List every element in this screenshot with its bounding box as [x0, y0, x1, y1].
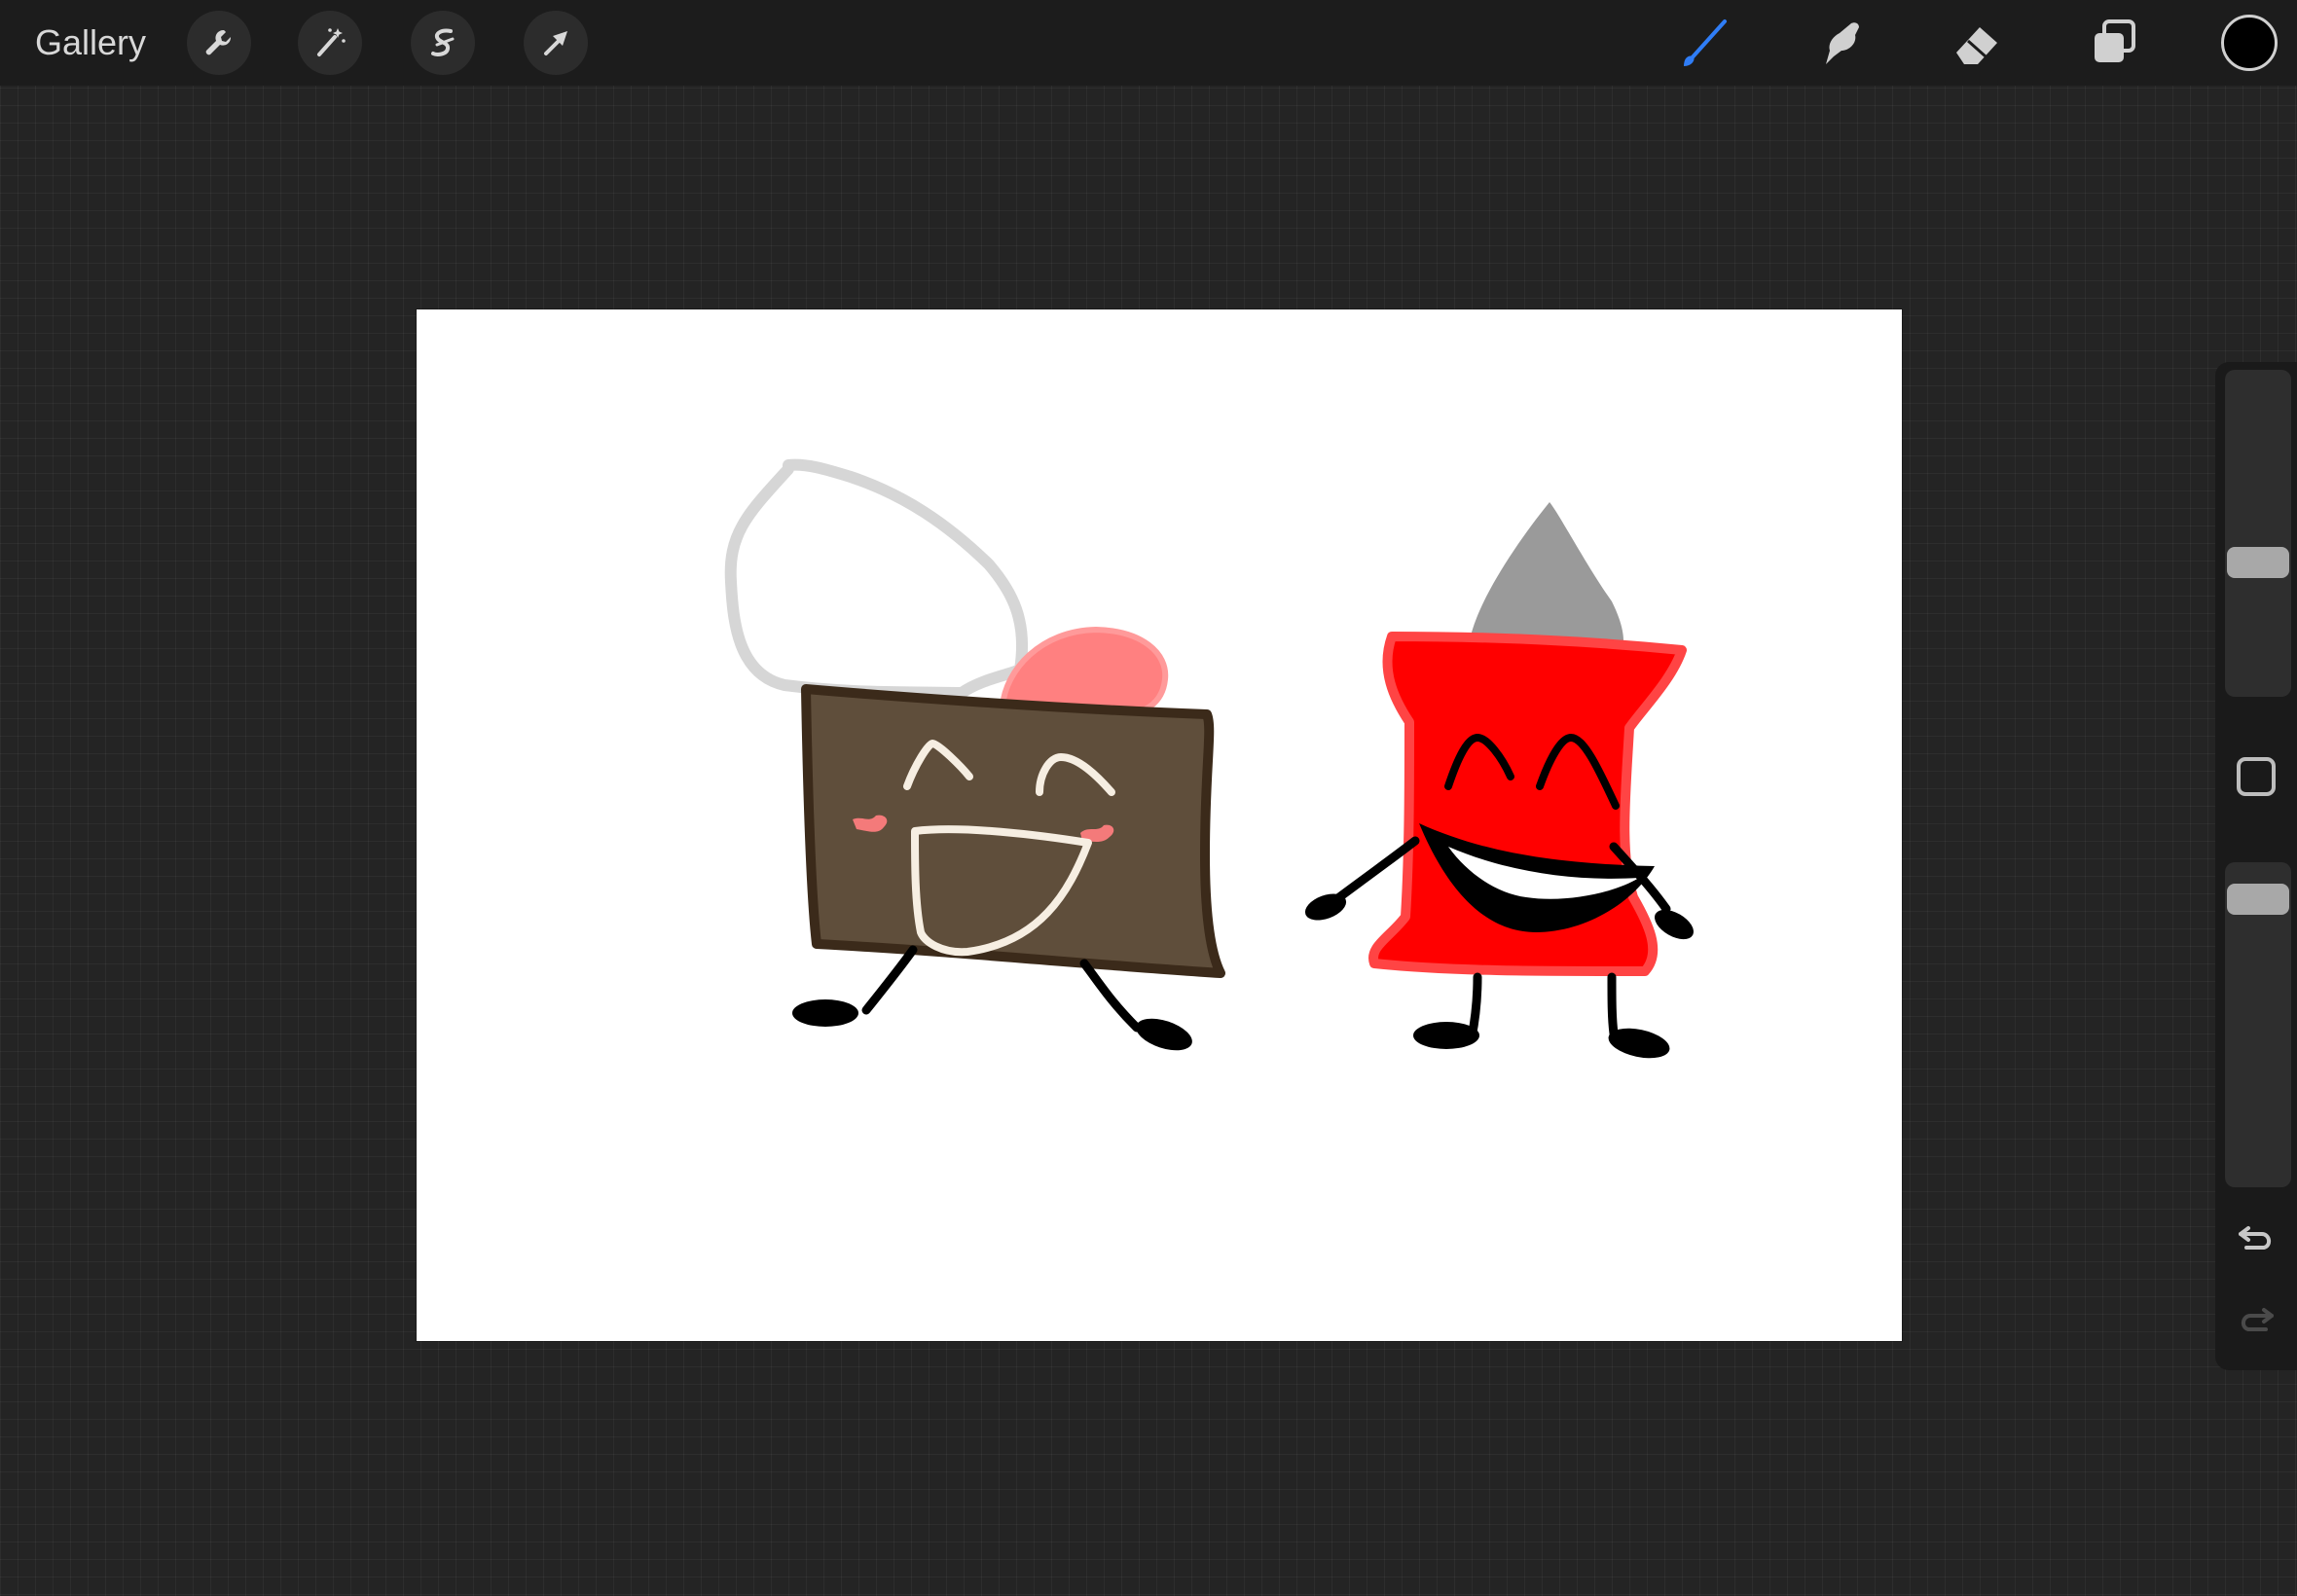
- wrench-icon: [205, 29, 232, 55]
- pushpin-left-foot: [1413, 1022, 1479, 1049]
- smudge-tool-button[interactable]: [1812, 14, 1871, 72]
- chocolate-left-leg: [861, 945, 918, 1015]
- brush-icon: [1684, 19, 1727, 66]
- chocolate-right-leg: [1079, 959, 1142, 1033]
- redo-icon[interactable]: [2235, 1298, 2278, 1341]
- artwork: [724, 458, 1694, 1059]
- square-modify-icon[interactable]: [2237, 757, 2276, 796]
- actions-button[interactable]: [187, 11, 251, 75]
- chocolate-right-foot: [1136, 1018, 1192, 1051]
- adjustments-button[interactable]: [298, 11, 362, 75]
- smudge-icon: [1826, 22, 1859, 64]
- brush-size-slider[interactable]: [2225, 370, 2291, 697]
- eraser-icon: [1956, 27, 1997, 64]
- transform-button[interactable]: [524, 11, 588, 75]
- chocolate-left-foot: [792, 999, 858, 1027]
- side-toolbar: [2215, 362, 2297, 1370]
- opacity-slider[interactable]: [2225, 862, 2291, 1187]
- opacity-thumb[interactable]: [2227, 883, 2289, 915]
- layers-icon: [2095, 19, 2135, 62]
- drawing-canvas[interactable]: [417, 309, 1902, 1341]
- top-toolbar: Gallery: [0, 0, 2297, 86]
- eraser-tool-button[interactable]: [1949, 14, 2007, 72]
- selection-button[interactable]: [411, 11, 475, 75]
- undo-icon[interactable]: [2235, 1216, 2278, 1259]
- bite-cloud: [724, 458, 1029, 699]
- brush-tool-button[interactable]: [1676, 14, 1734, 72]
- magic-wand-icon: [317, 28, 346, 56]
- color-picker-button[interactable]: [2221, 15, 2278, 71]
- pushpin-right-leg: [1607, 972, 1619, 1038]
- gallery-button[interactable]: Gallery: [35, 19, 146, 66]
- layers-button[interactable]: [2085, 14, 2143, 72]
- brush-size-thumb[interactable]: [2227, 546, 2289, 578]
- pushpin-right-hand: [1655, 909, 1694, 940]
- arrow-cursor-icon: [544, 31, 567, 55]
- pushpin-needle: [1470, 502, 1623, 640]
- selection-s-icon: [431, 28, 455, 56]
